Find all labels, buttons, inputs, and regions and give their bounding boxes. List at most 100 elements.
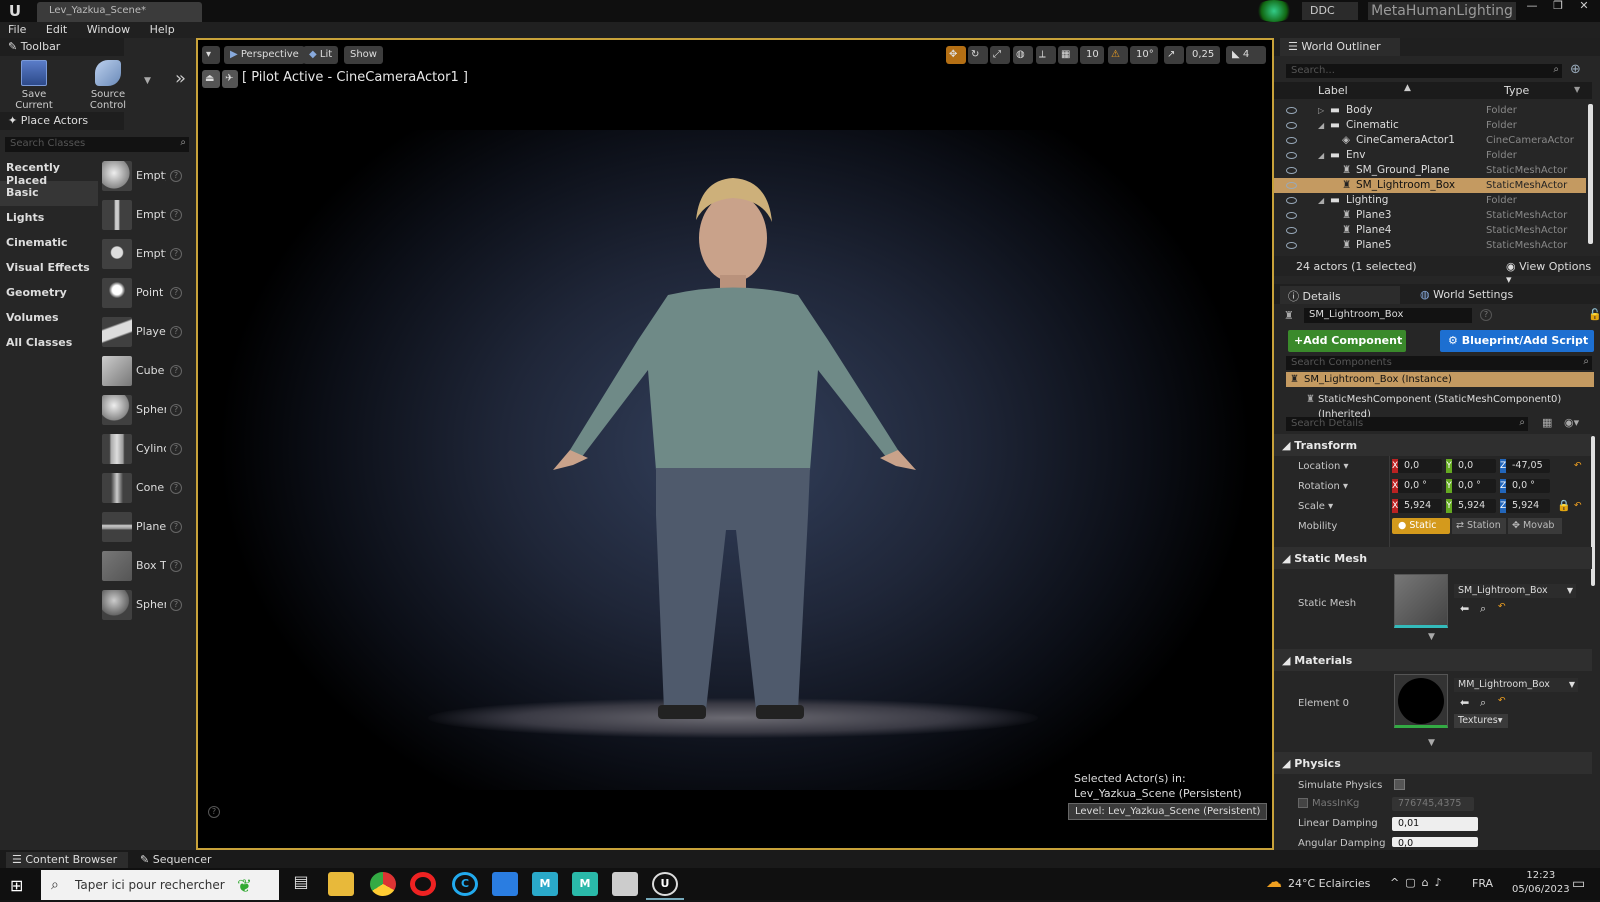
scale-lock-icon[interactable]: 🔒 xyxy=(1557,499,1571,512)
outliner-row-body[interactable]: ▷ ▬ Body Folder xyxy=(1274,103,1586,118)
actor-item[interactable]: Playe? xyxy=(102,312,192,351)
perspective-button[interactable]: ▶ Perspective xyxy=(224,46,305,64)
bridge-app-icon[interactable] xyxy=(612,872,638,896)
physics-section[interactable]: ◢ Physics xyxy=(1274,752,1592,774)
help-icon[interactable]: ? xyxy=(170,169,182,182)
help-icon[interactable]: ? xyxy=(170,286,182,299)
reset-location-icon[interactable]: ↶ xyxy=(1574,461,1582,471)
reset-icon[interactable]: ↶ xyxy=(1498,602,1506,612)
menu-edit[interactable]: Edit xyxy=(38,22,75,38)
menu-help[interactable]: Help xyxy=(142,22,183,38)
actor-item[interactable]: Empty? xyxy=(102,234,192,273)
windows-start-icon[interactable]: ⊞ xyxy=(10,876,23,895)
actor-item[interactable]: Box T? xyxy=(102,546,192,585)
outliner-add-icon[interactable]: ⊕ xyxy=(1570,62,1581,77)
use-selected-arrow-icon[interactable]: ⬅ xyxy=(1460,696,1469,709)
static-mesh-section[interactable]: ◢ Static Mesh xyxy=(1274,547,1592,569)
help-icon[interactable]: ? xyxy=(170,520,182,533)
category-lights[interactable]: Lights xyxy=(0,206,98,231)
actor-item[interactable]: Plane? xyxy=(102,507,192,546)
help-icon[interactable]: ? xyxy=(1480,309,1492,321)
actor-item[interactable]: Empty? xyxy=(102,195,192,234)
menu-file[interactable]: File xyxy=(0,22,34,38)
document-tab[interactable]: Lev_Yazkua_Scene* xyxy=(37,2,202,22)
mass-override-checkbox[interactable] xyxy=(1298,798,1308,808)
help-icon[interactable]: ? xyxy=(170,364,182,377)
outliner-row-plane5[interactable]: ♜ Plane5 StaticMeshActor xyxy=(1274,238,1586,253)
clock[interactable]: 12:23 05/06/2023 xyxy=(1512,869,1570,897)
search-components-input[interactable]: Search Components ⌕ xyxy=(1286,356,1592,370)
search-classes-input[interactable]: Search Classes ⌕ xyxy=(5,137,189,152)
mobility-static-button[interactable]: ● Static xyxy=(1392,518,1450,534)
actor-item[interactable]: Spher? xyxy=(102,585,192,624)
source-control-status-icon[interactable] xyxy=(1254,0,1294,22)
visibility-eye-icon[interactable] xyxy=(1286,227,1297,234)
outliner-row-env[interactable]: ◢ ▬ Env Folder xyxy=(1274,148,1586,163)
help-icon[interactable]: ? xyxy=(170,559,182,572)
scale-y-field[interactable]: 5,924 xyxy=(1452,499,1496,513)
visibility-eye-icon[interactable] xyxy=(1286,167,1297,174)
static-mesh-picker[interactable]: SM_Lightroom_Box ▼ xyxy=(1454,584,1576,598)
rotation-x-field[interactable]: 0,0 ° xyxy=(1398,479,1442,493)
store-icon[interactable] xyxy=(492,872,518,896)
task-view-icon[interactable]: ▤ xyxy=(288,872,314,896)
rotation-snap-icon[interactable]: ⚠ xyxy=(1108,46,1128,64)
category-recently-placed[interactable]: Recently Placed xyxy=(0,156,98,187)
visibility-eye-icon[interactable] xyxy=(1286,152,1297,159)
outliner-row-plane3[interactable]: ♜ Plane3 StaticMeshActor xyxy=(1274,208,1586,223)
level-viewport[interactable]: ▾ ▶ Perspective ◆ Lit Show ✥ ↻ ⤢ ◍ ⟂ ▦ 1… xyxy=(196,38,1274,850)
world-space-icon[interactable]: ◍ xyxy=(1013,46,1033,64)
category-geometry[interactable]: Geometry xyxy=(0,281,98,306)
outliner-row-plane4[interactable]: ♜ Plane4 StaticMeshActor xyxy=(1274,223,1586,238)
collapse-arrow-icon[interactable]: ◢ xyxy=(1318,118,1324,133)
property-matrix-icon[interactable]: ▦ xyxy=(1542,416,1552,429)
static-mesh-component-row[interactable]: ♜ StaticMeshComponent (StaticMeshComponen… xyxy=(1306,392,1596,420)
help-icon[interactable]: ? xyxy=(170,481,182,494)
file-explorer-icon[interactable] xyxy=(328,872,354,896)
save-current-button[interactable]: Save Current xyxy=(2,60,66,111)
visibility-eye-icon[interactable] xyxy=(1286,197,1297,204)
column-options-icon[interactable]: ▼ xyxy=(1574,85,1580,94)
visibility-eye-icon[interactable] xyxy=(1286,107,1297,114)
outliner-row-lightroom-box[interactable]: ♜ SM_Lightroom_Box StaticMeshActor xyxy=(1274,178,1586,193)
visibility-eye-icon[interactable] xyxy=(1286,137,1297,144)
minimize-icon[interactable]: — xyxy=(1520,0,1544,14)
content-browser-tab[interactable]: ☰ Content Browser xyxy=(6,852,128,868)
lit-button[interactable]: ◆ Lit xyxy=(303,46,339,64)
location-label[interactable]: Location ▾ xyxy=(1298,461,1349,472)
system-tray-icons[interactable]: ^▢⌂♪ xyxy=(1390,876,1448,889)
notifications-icon[interactable]: ▭ xyxy=(1572,876,1585,892)
language-indicator[interactable]: FRA xyxy=(1472,877,1493,890)
surface-snap-icon[interactable]: ⟂ xyxy=(1036,46,1056,64)
browse-icon[interactable]: ⌕ xyxy=(1480,696,1486,710)
chrome-icon[interactable] xyxy=(370,872,396,896)
toolbar-tab[interactable]: ✎ Toolbar xyxy=(0,38,124,56)
lock-icon[interactable]: 🔓 xyxy=(1588,308,1600,321)
m-app-icon[interactable]: M xyxy=(532,872,558,896)
select-mode-icon[interactable]: ✥ xyxy=(946,46,966,64)
expand-advanced-icon[interactable]: ▼ xyxy=(1428,738,1435,748)
transform-section[interactable]: ◢ Transform xyxy=(1274,434,1592,456)
sequencer-tab[interactable]: ✎ Sequencer xyxy=(134,852,234,868)
add-component-button[interactable]: +Add Component ▾ xyxy=(1288,330,1406,369)
actor-item[interactable]: Cone? xyxy=(102,468,192,507)
search-details-input[interactable]: Search Details ⌕ xyxy=(1286,417,1528,431)
weather-text[interactable]: 24°C Eclaircies xyxy=(1288,877,1370,890)
world-settings-tab[interactable]: ◍ World Settings xyxy=(1412,286,1542,304)
grid-size-value[interactable]: 10 xyxy=(1080,46,1104,64)
show-button[interactable]: Show xyxy=(344,46,383,64)
help-icon[interactable]: ? xyxy=(170,403,182,416)
source-control-dropdown-icon[interactable]: ▼ xyxy=(144,76,151,86)
opera-icon[interactable] xyxy=(410,872,436,896)
category-volumes[interactable]: Volumes xyxy=(0,306,98,331)
unreal-taskbar-icon[interactable]: U xyxy=(652,872,678,896)
textures-dropdown[interactable]: Textures▾ xyxy=(1454,714,1508,728)
rotation-snap-value[interactable]: 10° xyxy=(1130,46,1158,64)
actor-item[interactable]: Point? xyxy=(102,273,192,312)
rotation-y-field[interactable]: 0,0 ° xyxy=(1452,479,1496,493)
outliner-row-ground-plane[interactable]: ♜ SM_Ground_Plane StaticMeshActor xyxy=(1274,163,1586,178)
visibility-eye-icon[interactable] xyxy=(1286,242,1297,249)
expand-advanced-icon[interactable]: ▼ xyxy=(1428,632,1435,642)
scale-label[interactable]: Scale ▾ xyxy=(1298,501,1333,512)
component-instance-row[interactable]: ♜ SM_Lightroom_Box (Instance) xyxy=(1286,372,1594,387)
